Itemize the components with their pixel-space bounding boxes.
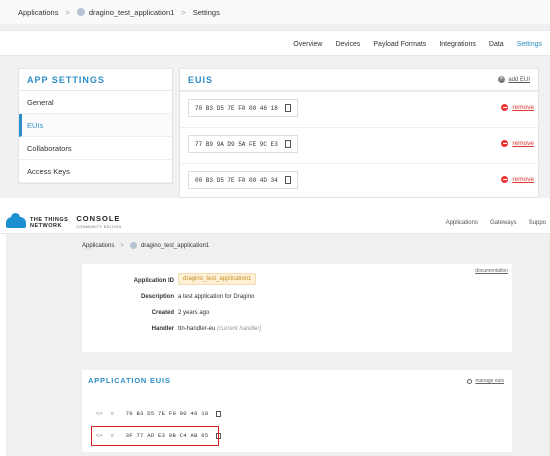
remove-eui-button[interactable]: remove — [501, 176, 534, 183]
remove-eui-button[interactable]: remove — [501, 140, 534, 147]
application-overview-card: documentation Application ID dragino_tes… — [82, 264, 512, 352]
tab-overview[interactable]: Overview — [293, 41, 322, 48]
nav-applications[interactable]: Applications — [446, 220, 478, 226]
eui-row: 70 B3 D5 7E F0 00 46 18 remove — [180, 91, 540, 125]
eui-row: 77 B9 9A D9 5A FE 9C E3 remove — [180, 127, 540, 161]
breadcrumb: Applications > dragino_test_application1 — [82, 242, 209, 249]
euis-panel: EUIS + add EUI 70 B3 D5 7E F0 00 46 18 r… — [179, 68, 540, 198]
settings-item-euis[interactable]: EUIs — [19, 114, 172, 137]
remove-label: remove — [512, 104, 534, 111]
plus-icon: + — [498, 76, 506, 83]
created-value: 2 years ago — [178, 310, 210, 316]
console-edition: COMMUNITY EDITION — [76, 224, 122, 229]
remove-eui-button[interactable]: remove — [501, 104, 534, 111]
description-value: a test application for Dragino — [178, 294, 255, 300]
console-label: CONSOLE — [76, 213, 121, 223]
eui-value: 77 B9 9A D9 5A FE 9C E3 — [195, 140, 278, 148]
ttn-settings-screenshot: Applications > dragino_test_application1… — [0, 0, 550, 198]
breadcrumb-application[interactable]: dragino_test_application1 — [89, 8, 174, 17]
breadcrumb-separator-icon: > — [181, 7, 186, 17]
settings-item-access-keys[interactable]: Access Keys — [19, 160, 172, 183]
breadcrumb: Applications > dragino_test_application1… — [0, 0, 550, 24]
cloud-logo-icon — [6, 213, 26, 228]
copy-icon[interactable] — [216, 410, 222, 417]
remove-icon — [501, 176, 509, 183]
eui-row: 00 B3 D5 7E F0 00 4D 34 remove — [180, 163, 540, 197]
remove-label: remove — [512, 140, 534, 147]
app-id-label: Application ID — [133, 278, 174, 284]
console-title: CONSOLE COMMUNITY EDITION — [76, 213, 122, 231]
breadcrumb-separator-icon: > — [120, 242, 124, 249]
settings-item-general[interactable]: General — [19, 91, 172, 114]
settings-item-collaborators[interactable]: Collaborators — [19, 137, 172, 160]
highlight-box — [91, 426, 219, 446]
application-euis-title: APPLICATION EUIS — [88, 376, 171, 385]
eui-field[interactable]: 77 B9 9A D9 5A FE 9C E3 — [188, 135, 298, 153]
breadcrumb-application[interactable]: dragino_test_application1 — [141, 243, 209, 249]
breadcrumb-applications[interactable]: Applications — [18, 8, 58, 17]
eui-value: 70 B3 D5 7E F0 00 46 18 — [195, 104, 278, 112]
application-euis-card: APPLICATION EUIS manage euis <> ≡ 70 B3 … — [82, 370, 512, 452]
breadcrumb-applications[interactable]: Applications — [82, 243, 114, 249]
application-tabs-bar: Overview Devices Payload Formats Integra… — [0, 30, 550, 56]
format-icon[interactable]: ≡ — [110, 411, 113, 417]
nav-gateways[interactable]: Gateways — [490, 220, 517, 226]
copy-icon[interactable] — [285, 104, 291, 112]
eui-field[interactable]: 70 B3 D5 7E F0 00 46 18 — [188, 99, 298, 117]
handler-label: Handler — [151, 326, 174, 332]
code-icon[interactable]: <> — [96, 411, 102, 417]
globe-icon — [129, 242, 137, 249]
tab-devices[interactable]: Devices — [335, 41, 360, 48]
documentation-link[interactable]: documentation — [475, 268, 508, 274]
eui-value: 00 B3 D5 7E F0 00 4D 34 — [195, 176, 278, 184]
copy-icon[interactable] — [285, 176, 291, 184]
description-label: Description — [140, 294, 174, 300]
logo-text: THE THINGS NETWORK — [30, 217, 68, 229]
tab-payload-formats[interactable]: Payload Formats — [373, 41, 426, 48]
handler-value-wrap: ttn-handler-eu (current handler) — [178, 326, 261, 332]
tab-data[interactable]: Data — [489, 41, 504, 48]
nav-support[interactable]: Suppo — [529, 220, 546, 226]
gear-icon — [467, 378, 473, 384]
handler-value: ttn-handler-eu — [178, 326, 216, 332]
console-header: THE THINGS NETWORK CONSOLE COMMUNITY EDI… — [0, 212, 550, 234]
app-id-badge: dragino_test_application1 — [178, 273, 257, 285]
euis-title: EUIS — [188, 75, 214, 85]
remove-icon — [501, 140, 509, 147]
manage-euis-label: manage euis — [475, 378, 504, 384]
ttn-logo[interactable]: THE THINGS NETWORK CONSOLE COMMUNITY EDI… — [6, 213, 122, 231]
top-nav: Applications Gateways Suppo — [434, 212, 546, 234]
app-settings-panel: APP SETTINGS General EUIs Collaborators … — [18, 68, 173, 184]
remove-icon — [501, 104, 509, 111]
eui-value: 70 B3 D5 7E F0 00 46 18 — [125, 410, 209, 417]
breadcrumb-separator-icon: > — [65, 7, 70, 17]
ttn-console-screenshot: THE THINGS NETWORK CONSOLE COMMUNITY EDI… — [0, 212, 550, 456]
app-settings-title: APP SETTINGS — [19, 69, 172, 91]
breadcrumb-settings[interactable]: Settings — [193, 8, 220, 17]
tab-integrations[interactable]: Integrations — [439, 41, 476, 48]
remove-label: remove — [512, 176, 534, 183]
eui-field[interactable]: 00 B3 D5 7E F0 00 4D 34 — [188, 171, 298, 189]
add-eui-label: add EUI — [508, 76, 530, 83]
application-tabs: Overview Devices Payload Formats Integra… — [280, 31, 542, 57]
tab-settings[interactable]: Settings — [517, 41, 542, 48]
handler-note: (current handler) — [217, 326, 262, 332]
created-label: Created — [151, 310, 174, 316]
manage-euis-link[interactable]: manage euis — [467, 378, 504, 384]
app-id-value-wrap: dragino_test_application1 — [178, 273, 257, 285]
globe-icon — [76, 8, 85, 16]
eui-list-item: <> ≡ 70 B3 D5 7E F0 00 46 18 — [96, 410, 222, 417]
content-area: Applications > dragino_test_application1… — [6, 234, 550, 456]
euis-panel-header: EUIS + add EUI — [180, 69, 538, 91]
copy-icon[interactable] — [285, 140, 291, 148]
add-eui-button[interactable]: + add EUI — [498, 75, 530, 84]
logo-line-2: NETWORK — [30, 222, 62, 229]
